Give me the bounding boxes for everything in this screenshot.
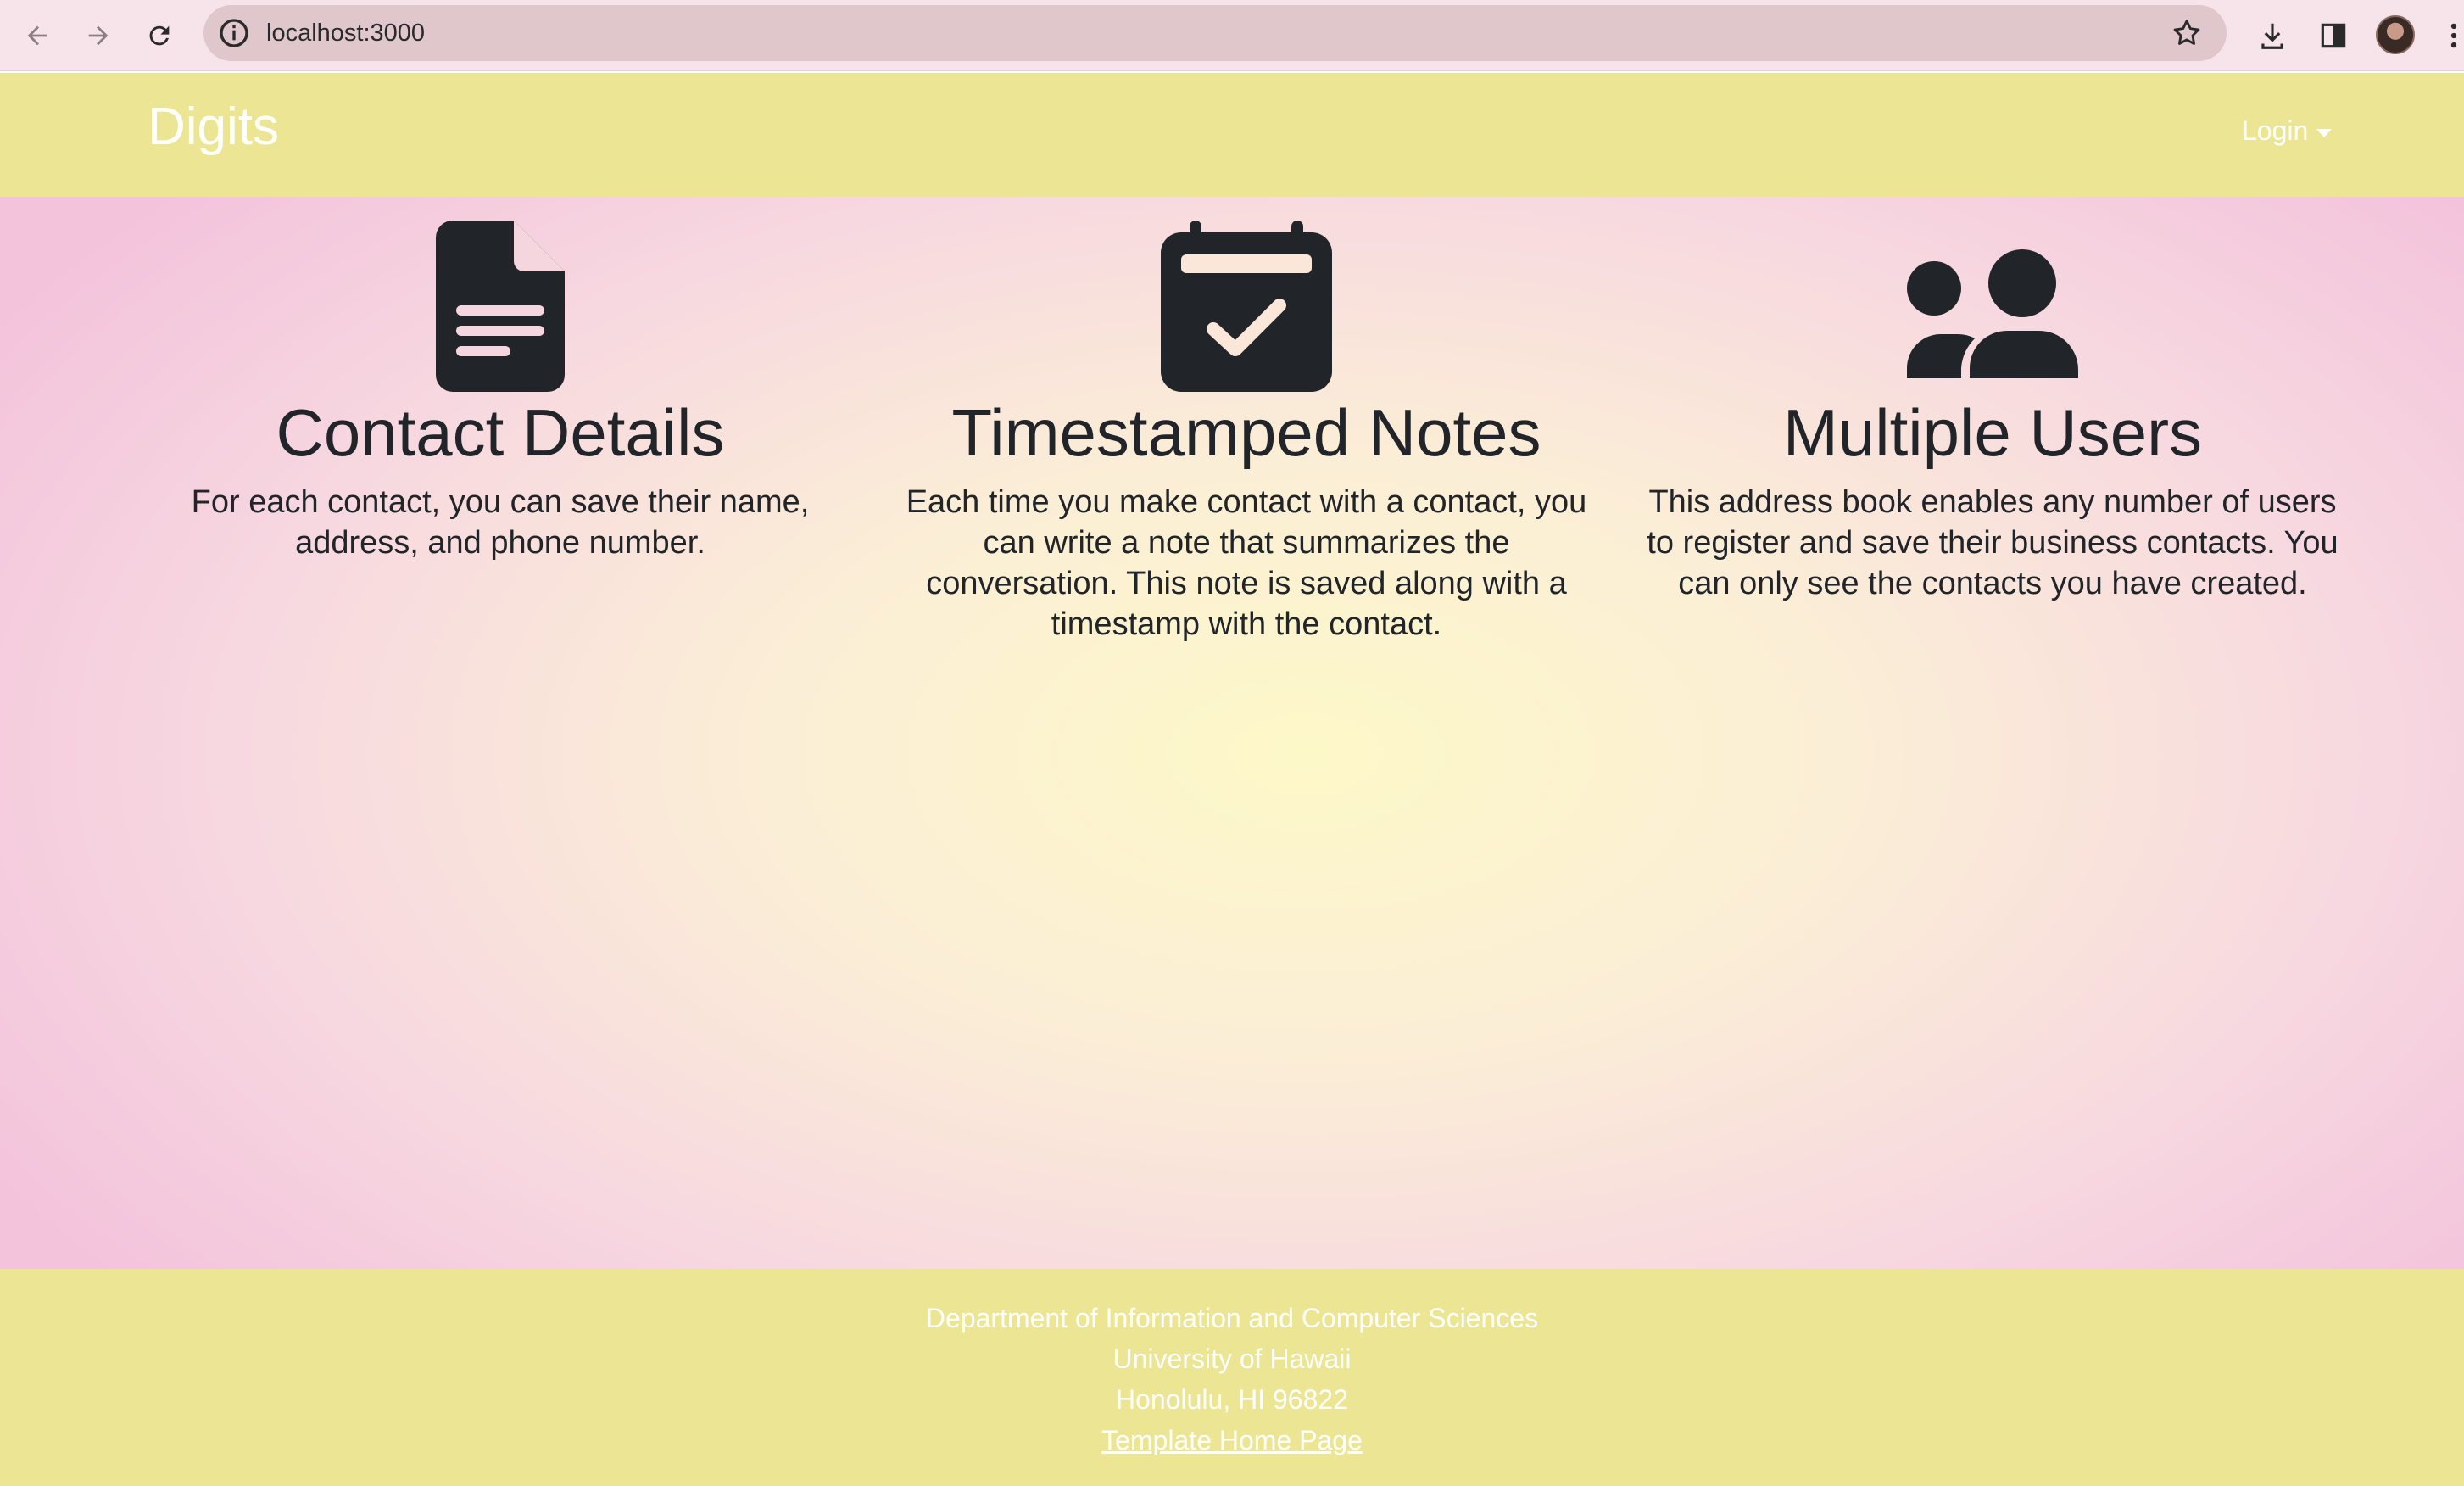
- back-button[interactable]: [14, 12, 61, 59]
- users-icon: [1907, 249, 2078, 378]
- address-bar[interactable]: localhost:3000: [203, 5, 2227, 61]
- login-label[interactable]: Login: [2242, 115, 2308, 147]
- profile-avatar[interactable]: [2376, 15, 2415, 54]
- footer-department: Department of Information and Computer S…: [925, 1303, 1539, 1333]
- feature-timestamped-notes: Timestamped Notes Each time you make con…: [899, 197, 1594, 645]
- bookmark-star-icon[interactable]: [2171, 17, 2203, 49]
- landing-main: Contact Details For each contact, you ca…: [0, 197, 2464, 1269]
- arrow-left-icon: [27, 25, 47, 46]
- side-panel-button[interactable]: [2311, 14, 2355, 58]
- feature-title: Multiple Users: [1782, 395, 2203, 470]
- feature-description: For each contact, you can save their nam…: [191, 484, 810, 561]
- caret-down-icon: [2316, 128, 2333, 137]
- forward-button[interactable]: [75, 12, 122, 59]
- feature-description: Each time you make contact with a contac…: [906, 484, 1587, 642]
- app-navbar: Digits Login: [0, 73, 2464, 197]
- login-dropdown[interactable]: Login: [2242, 115, 2333, 147]
- brand-link[interactable]: Digits: [148, 97, 279, 157]
- calendar-check-icon: [1161, 221, 1332, 392]
- feature-multiple-users: Multiple Users This address book enables…: [1645, 197, 2340, 604]
- more-vertical-icon: [2450, 23, 2457, 48]
- menu-button[interactable]: [2432, 14, 2464, 58]
- arrow-right-icon: [88, 25, 109, 46]
- footer: Department of Information and Computer S…: [0, 1269, 2464, 1486]
- url-text[interactable]: localhost:3000: [266, 5, 425, 61]
- footer-address: Honolulu, HI 96822: [1116, 1384, 1348, 1415]
- download-icon: [2261, 23, 2283, 49]
- site-info-icon[interactable]: [217, 16, 251, 50]
- template-home-link[interactable]: Template Home Page: [1101, 1425, 1363, 1455]
- file-text-icon: [436, 221, 565, 392]
- footer-university: University of Hawaii: [1112, 1344, 1352, 1374]
- reload-button[interactable]: [136, 12, 183, 59]
- reload-icon: [149, 25, 170, 46]
- feature-contact-details: Contact Details For each contact, you ca…: [153, 197, 848, 563]
- downloads-button[interactable]: [2250, 14, 2294, 58]
- feature-title: Timestamped Notes: [951, 395, 1541, 470]
- browser-toolbar: localhost:3000: [0, 0, 2464, 71]
- feature-description: This address book enables any number of …: [1647, 484, 2339, 601]
- feature-title: Contact Details: [276, 395, 725, 470]
- side-panel-icon: [2321, 23, 2346, 48]
